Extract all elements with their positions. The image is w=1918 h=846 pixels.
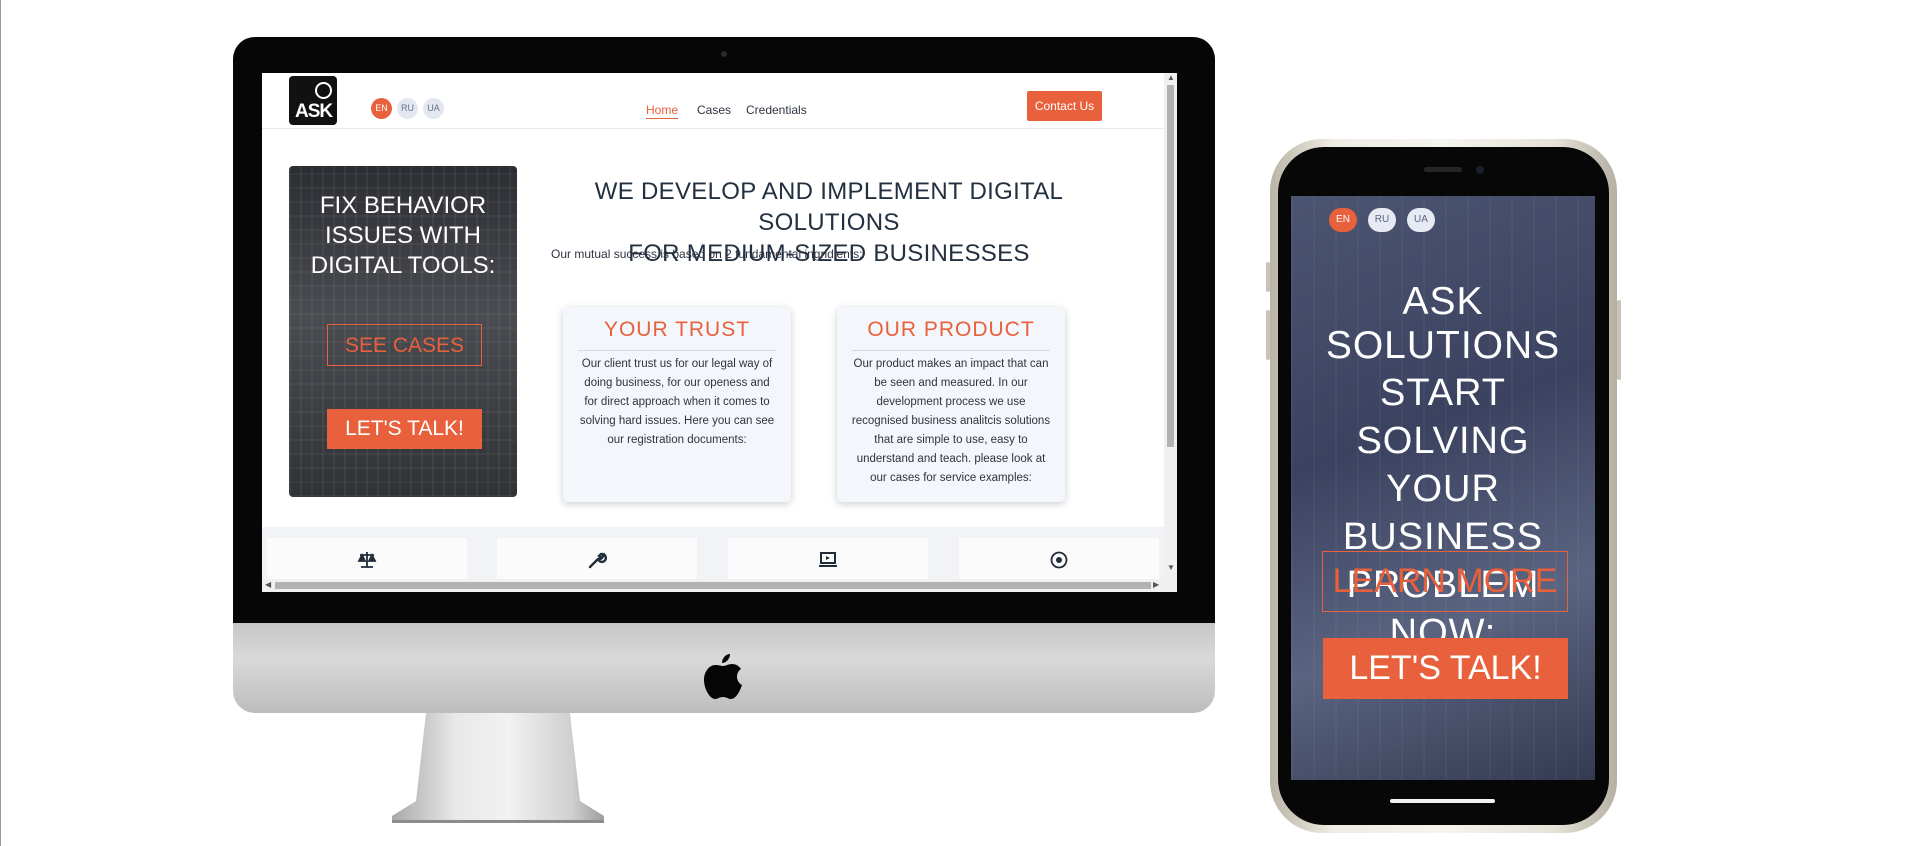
mobile-lang-ua-button[interactable]: UA	[1407, 208, 1435, 232]
lang-ua-button[interactable]: UA	[423, 98, 444, 119]
card-divider	[578, 350, 776, 351]
page-edge-line	[0, 0, 1, 846]
mobile-hero-title: START SOLVING YOUR BUSINESS PROBLEM NOW:	[1291, 369, 1595, 657]
laptop-icon	[818, 550, 838, 570]
home-indicator[interactable]	[1390, 799, 1495, 803]
vertical-scrollbar[interactable]: ▲ ▼	[1164, 73, 1177, 592]
horizontal-scrollbar[interactable]: ◀ ▶	[262, 579, 1164, 592]
hero-title: FIX BEHAVIOR ISSUES WITH DIGITAL TOOLS:	[289, 191, 517, 281]
phone-side-button	[1617, 300, 1621, 380]
hero-title-line: ISSUES WITH	[324, 222, 481, 249]
scroll-right-arrow-icon[interactable]: ▶	[1153, 580, 1159, 589]
scroll-thumb[interactable]	[275, 582, 1151, 589]
mobile-brand-title: ASK SOLUTIONS	[1325, 280, 1561, 367]
mobile-lang-ru-button[interactable]: RU	[1368, 208, 1396, 232]
phone-speaker	[1424, 167, 1462, 172]
lang-ru-button[interactable]: RU	[397, 98, 418, 119]
mobile-lang-en-button[interactable]: EN	[1329, 208, 1357, 232]
heading-line: WE DEVELOP AND IMPLEMENT DIGITAL SOLUTIO…	[594, 178, 1064, 236]
mobile-lets-talk-button[interactable]: LET'S TALK!	[1323, 638, 1568, 699]
card-divider	[852, 350, 1050, 351]
mobile-title-line: START SOLVING	[1356, 372, 1530, 462]
phone-mute-switch	[1266, 262, 1270, 292]
trust-card: YOUR TRUST Our client trust us for our l…	[563, 307, 791, 502]
ask-logo[interactable]: ASK	[289, 76, 337, 125]
mobile-title-line: YOUR BUSINESS	[1342, 468, 1544, 558]
see-cases-button[interactable]: SEE CASES	[327, 324, 482, 366]
phone-front-camera	[1476, 166, 1484, 174]
lang-en-button[interactable]: EN	[371, 98, 392, 119]
nav-credentials[interactable]: Credentials	[746, 103, 807, 117]
hero-card: FIX BEHAVIOR ISSUES WITH DIGITAL TOOLS: …	[289, 166, 517, 497]
intro-subline: Our mutual success is based on 2 fundame…	[551, 247, 863, 261]
contact-us-button[interactable]: Contact Us	[1027, 91, 1102, 121]
scroll-down-arrow-icon[interactable]: ▼	[1167, 563, 1175, 572]
card-title: OUR PRODUCT	[867, 318, 1035, 341]
logo-circle-mark	[315, 82, 332, 99]
apple-logo-icon	[704, 654, 742, 699]
scale-icon	[357, 550, 377, 570]
card-body: Our client trust us for our legal way of…	[579, 358, 775, 446]
scroll-left-arrow-icon[interactable]: ◀	[265, 580, 271, 589]
mobile-viewport: EN RU UA ASK SOLUTIONS START SOLVING YOU…	[1291, 196, 1595, 780]
learn-more-button[interactable]: LEARN MORE	[1322, 551, 1568, 612]
imac-chin	[233, 623, 1215, 713]
imac-stand	[392, 713, 604, 823]
card-title: YOUR TRUST	[603, 318, 751, 341]
nav-cases[interactable]: Cases	[697, 103, 731, 117]
logo-text: ASK	[295, 101, 333, 122]
hero-title-line: DIGITAL TOOLS:	[310, 252, 496, 279]
header-divider	[262, 128, 1164, 129]
target-icon	[1049, 550, 1069, 570]
product-card: OUR PRODUCT Our product makes an impact …	[837, 307, 1065, 502]
scroll-up-arrow-icon[interactable]: ▲	[1167, 73, 1175, 82]
wrench-icon	[587, 550, 608, 570]
imac-camera	[721, 51, 727, 57]
card-body: Our product makes an impact that can be …	[851, 358, 1051, 484]
nav-home[interactable]: Home	[646, 103, 679, 119]
scroll-thumb[interactable]	[1167, 85, 1174, 447]
lets-talk-button[interactable]: LET'S TALK!	[327, 409, 482, 449]
hero-title-line: FIX BEHAVIOR	[319, 192, 487, 219]
phone-volume-button	[1266, 310, 1270, 360]
desktop-browser-viewport: ASK EN RU UA Home Cases Credentials Cont…	[262, 73, 1177, 592]
